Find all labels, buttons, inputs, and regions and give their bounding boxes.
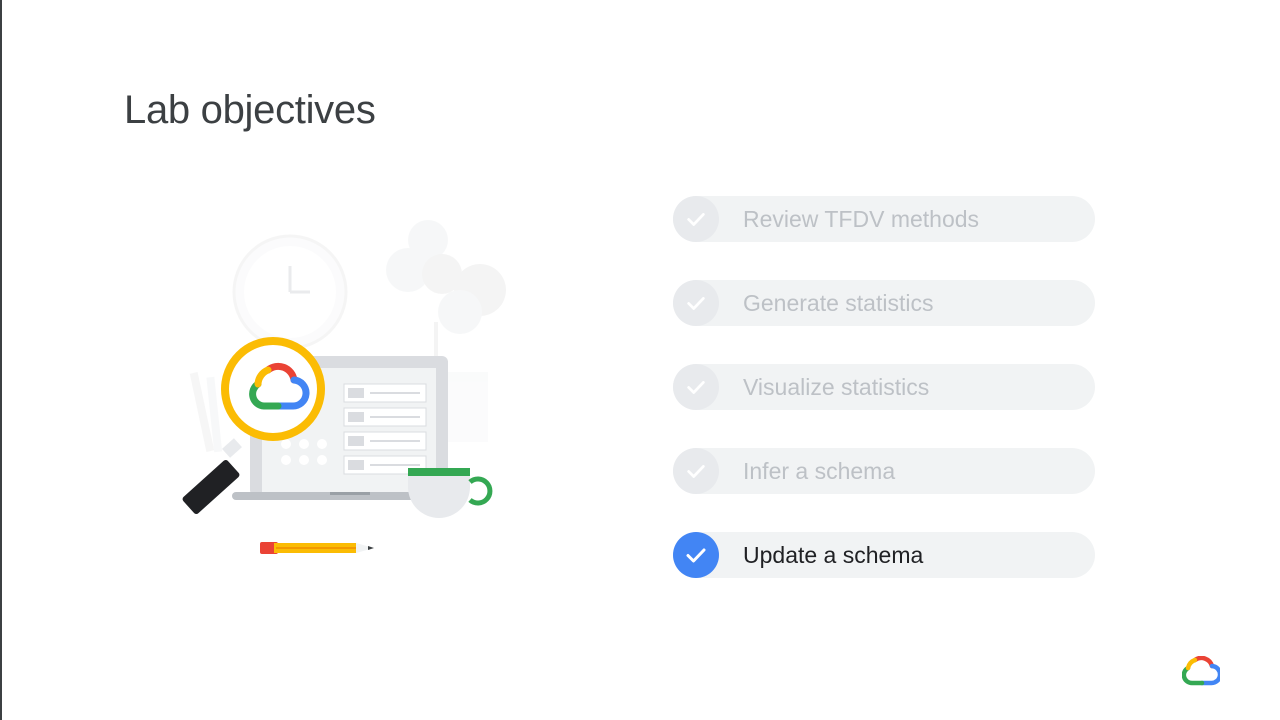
objective-review-tfdv-methods: Review TFDV methods bbox=[673, 196, 1095, 242]
background-pencils-icon bbox=[189, 372, 223, 453]
google-cloud-logo-icon bbox=[1182, 656, 1220, 686]
slide-left-border bbox=[0, 0, 2, 720]
objectives-list: Review TFDV methods Generate statistics … bbox=[673, 196, 1095, 616]
objective-label: Update a schema bbox=[743, 542, 924, 568]
objective-label: Visualize statistics bbox=[743, 374, 930, 400]
slide: Lab objectives Review TFDV methods Gener… bbox=[0, 0, 1280, 720]
check-icon bbox=[673, 532, 719, 578]
objective-label: Review TFDV methods bbox=[743, 206, 980, 232]
objective-generate-statistics: Generate statistics bbox=[673, 280, 1095, 326]
clock-icon bbox=[232, 234, 348, 350]
objective-label: Infer a schema bbox=[743, 458, 896, 484]
coffee-mug-icon bbox=[408, 468, 493, 518]
magnifier-lens-icon bbox=[221, 337, 325, 441]
check-icon bbox=[673, 280, 719, 326]
objective-visualize-statistics: Visualize statistics bbox=[673, 364, 1095, 410]
check-icon bbox=[673, 196, 719, 242]
objective-update-a-schema: Update a schema bbox=[673, 532, 1095, 578]
slide-title: Lab objectives bbox=[124, 88, 376, 132]
objective-label: Generate statistics bbox=[743, 290, 934, 316]
magnifier-laptop-illustration bbox=[182, 220, 506, 554]
check-icon bbox=[673, 448, 719, 494]
pencil-icon bbox=[260, 542, 374, 554]
objective-infer-a-schema: Infer a schema bbox=[673, 448, 1095, 494]
check-icon bbox=[673, 364, 719, 410]
